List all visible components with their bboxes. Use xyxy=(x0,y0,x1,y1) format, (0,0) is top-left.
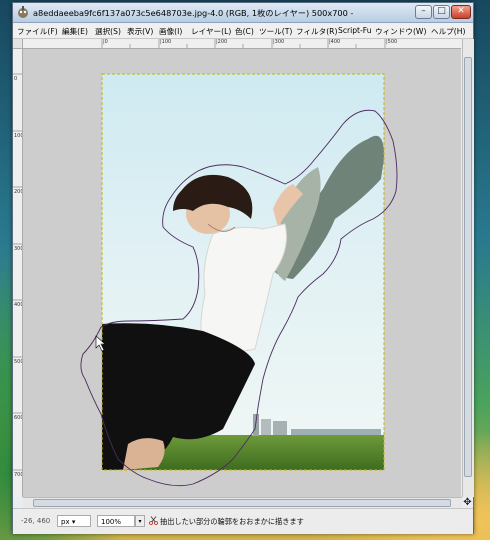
ruler-label: |200 xyxy=(216,39,228,45)
menu-file[interactable]: ファイル(F) xyxy=(17,26,58,37)
vertical-scroll-thumb[interactable] xyxy=(464,57,472,477)
zoom-value: 100% xyxy=(101,518,122,526)
ruler-label: 600 xyxy=(14,415,23,421)
ruler-label: 200 xyxy=(14,189,23,195)
ruler-label: |500 xyxy=(386,39,398,45)
status-message: 抽出したい部分の輪郭をおおまかに描きます xyxy=(160,517,304,526)
gimp-image-window: a8eddaeeba9fc6f137a073c5e648703e.jpg-4.0… xyxy=(12,2,474,534)
menu-tools[interactable]: ツール(T) xyxy=(259,26,292,37)
ruler-label: 500 xyxy=(14,359,23,365)
gimp-icon xyxy=(18,6,28,18)
menu-help[interactable]: ヘルプ(H) xyxy=(431,26,465,37)
pointer-coordinates: -26, 460 xyxy=(21,517,51,525)
horizontal-scrollbar[interactable] xyxy=(23,497,462,508)
vertical-scrollbar[interactable] xyxy=(462,39,474,497)
ruler-label: |300 xyxy=(273,39,285,45)
title-bar[interactable]: a8eddaeeba9fc6f137a073c5e648703e.jpg-4.0… xyxy=(13,3,473,23)
zoom-input[interactable]: 100% xyxy=(97,515,135,527)
minimize-button[interactable]: – xyxy=(415,5,432,19)
menu-edit[interactable]: 編集(E) xyxy=(62,26,88,37)
ruler-ticks xyxy=(13,73,22,471)
ruler-label: 300 xyxy=(14,246,23,252)
menu-windows[interactable]: ウィンドウ(W) xyxy=(375,26,426,37)
photo xyxy=(80,73,398,487)
navigate-icon[interactable]: ✥ xyxy=(462,497,473,508)
menu-script-fu[interactable]: Script-Fu xyxy=(338,26,372,35)
ruler-corner[interactable] xyxy=(13,39,23,49)
ruler-label: |100 xyxy=(160,39,172,45)
ruler-label: |0 xyxy=(103,39,108,45)
close-button[interactable]: ✕ xyxy=(451,5,471,19)
status-bar: -26, 460 px ▾ 100% ▾ 抽出したい部分の輪郭をおおまかに描きま… xyxy=(13,508,473,534)
menu-colors[interactable]: 色(C) xyxy=(235,26,254,37)
menu-view[interactable]: 表示(V) xyxy=(127,26,153,37)
menu-select[interactable]: 選択(S) xyxy=(95,26,121,37)
ruler-label: 0 xyxy=(14,76,18,82)
horizontal-scroll-thumb[interactable] xyxy=(33,499,451,507)
menu-layer[interactable]: レイヤー(L) xyxy=(191,26,231,37)
ruler-label: 700 xyxy=(14,472,23,478)
ruler-label: |400 xyxy=(329,39,341,45)
window-title: a8eddaeeba9fc6f137a073c5e648703e.jpg-4.0… xyxy=(33,8,353,18)
zoom-dropdown-button[interactable]: ▾ xyxy=(135,515,145,527)
ruler-label: 400 xyxy=(14,302,23,308)
unit-select[interactable]: px ▾ xyxy=(57,515,91,527)
menu-filters[interactable]: フィルタ(R) xyxy=(296,26,337,37)
ruler-label: 100 xyxy=(14,133,23,139)
image-canvas[interactable] xyxy=(23,49,461,497)
unit-value: px xyxy=(61,518,70,526)
vertical-ruler[interactable]: 0 100 200 300 400 500 600 700 xyxy=(13,49,23,497)
scissors-icon xyxy=(149,516,158,525)
horizontal-ruler[interactable]: |0 |100 |200 |300 |400 |500 xyxy=(23,39,461,49)
menu-image[interactable]: 画像(I) xyxy=(159,26,182,37)
maximize-button[interactable]: □ xyxy=(433,5,450,19)
menu-bar: ファイル(F) 編集(E) 選択(S) 表示(V) 画像(I) レイヤー(L) … xyxy=(13,23,473,39)
